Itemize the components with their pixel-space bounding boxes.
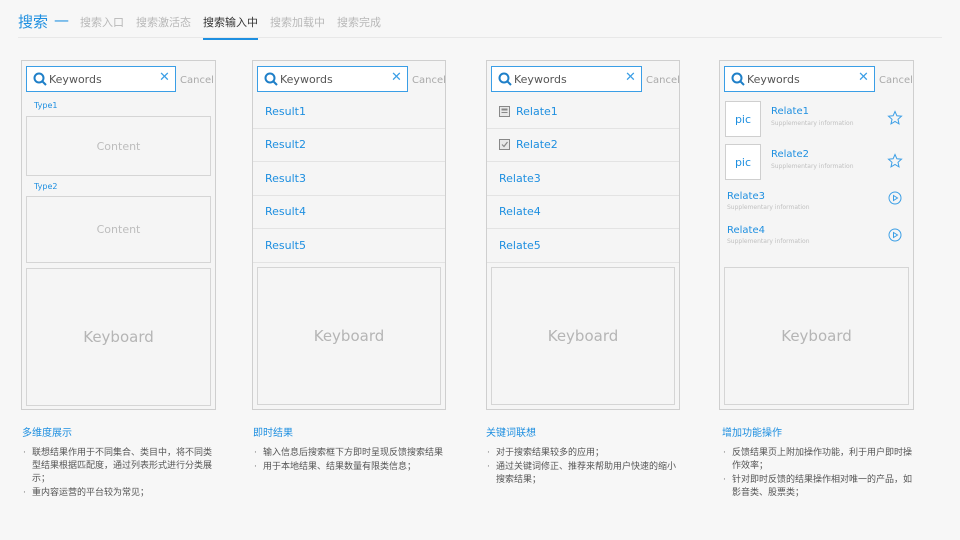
description-multidimensional: 多维度展示 联想结果作用于不同集合、类目中，将不同类型结果根据匹配度，通过列表形… xyxy=(22,424,217,501)
search-bar: Keywords ✕ Cancel xyxy=(724,66,913,92)
close-icon[interactable]: ✕ xyxy=(159,70,170,85)
header: 搜索 — 搜索入口 搜索激活态 搜索输入中 搜索加载中 搜索完成 xyxy=(0,0,960,40)
close-icon[interactable]: ✕ xyxy=(858,70,869,85)
cancel-button[interactable]: Cancel xyxy=(180,75,214,86)
star-icon[interactable] xyxy=(887,153,903,169)
history-icon xyxy=(499,105,510,117)
search-icon xyxy=(498,72,512,86)
history-icon xyxy=(499,139,510,151)
list-item[interactable]: Result2 xyxy=(253,129,445,162)
cancel-button[interactable]: Cancel xyxy=(879,75,913,86)
close-icon[interactable]: ✕ xyxy=(391,70,402,85)
play-icon[interactable] xyxy=(888,228,902,242)
phone-panel-multidimensional: Keywords ✕ Cancel Type1 Content Type2 Co… xyxy=(21,60,216,410)
keyboard[interactable]: Keyboard xyxy=(257,267,441,405)
result-list: Result1 Result2 Result3 Result4 Result5 xyxy=(253,95,445,263)
item-subtitle: Supplementary information xyxy=(727,204,810,211)
thumbnail: pic xyxy=(725,144,761,180)
star-icon[interactable] xyxy=(887,110,903,126)
content-block[interactable]: Content xyxy=(26,196,211,263)
list-item[interactable]: Relate2 xyxy=(487,129,679,162)
search-bar: Keywords ✕ Cancel xyxy=(26,66,214,92)
description-title: 即时结果 xyxy=(253,428,293,439)
list-item[interactable]: Result3 xyxy=(253,162,445,196)
description-item: 对于搜索结果较多的应用； xyxy=(486,447,681,460)
item-subtitle: Supplementary information xyxy=(771,163,854,170)
search-bar: Keywords ✕ Cancel xyxy=(257,66,446,92)
search-input[interactable]: Keywords ✕ xyxy=(257,66,408,92)
content-block[interactable]: Content xyxy=(26,116,211,176)
phone-panel-keyword-suggest: Keywords ✕ Cancel Relate1 Relate2 Relate… xyxy=(486,60,680,410)
keyboard[interactable]: Keyboard xyxy=(724,267,909,405)
description-title: 增加功能操作 xyxy=(722,428,782,439)
type-label: Type2 xyxy=(34,182,58,191)
description-item: 针对即时反馈的结果操作相对唯一的产品，如影音类、股票类； xyxy=(722,474,918,500)
description-item: 输入信息后搜索框下方即时呈现反馈搜索结果 xyxy=(253,447,448,460)
search-icon xyxy=(731,72,745,86)
cancel-button[interactable]: Cancel xyxy=(646,75,680,86)
description-item: 用于本地结果、结果数量有限类信息； xyxy=(253,461,448,474)
title-dash: — xyxy=(54,11,69,29)
list-item[interactable]: Relate3 Supplementary information xyxy=(720,187,913,219)
list-item[interactable]: Result4 xyxy=(253,196,445,229)
play-icon[interactable] xyxy=(888,191,902,205)
item-title: Relate3 xyxy=(727,191,765,202)
list-item[interactable]: Result5 xyxy=(253,229,445,263)
description-keyword-suggest: 关键词联想 对于搜索结果较多的应用； 通过关键词修正、推荐来帮助用户快速的缩小搜… xyxy=(486,424,681,488)
keyboard[interactable]: Keyboard xyxy=(26,268,211,406)
item-title: Relate1 xyxy=(771,106,809,117)
description-item: 重内容运营的平台较为常见； xyxy=(22,487,217,500)
description-instant-results: 即时结果 输入信息后搜索框下方即时呈现反馈搜索结果 用于本地结果、结果数量有限类… xyxy=(253,424,448,475)
item-subtitle: Supplementary information xyxy=(727,238,810,245)
item-title: Relate4 xyxy=(727,225,765,236)
header-divider xyxy=(18,37,942,38)
type-label: Type1 xyxy=(34,101,58,110)
list-item[interactable]: Relate1 xyxy=(487,95,679,129)
close-icon[interactable]: ✕ xyxy=(625,70,636,85)
list-item[interactable]: Relate4 Supplementary information xyxy=(720,221,913,253)
keyboard[interactable]: Keyboard xyxy=(491,267,675,405)
page-title: 搜索 xyxy=(18,13,49,31)
list-item[interactable]: Relate5 xyxy=(487,229,679,263)
search-input[interactable]: Keywords ✕ xyxy=(724,66,875,92)
search-placeholder: Keywords xyxy=(747,73,800,86)
suggestion-list: Relate1 Relate2 Relate3 Relate4 Relate5 xyxy=(487,95,679,263)
description-item: 通过关键词修正、推荐来帮助用户快速的缩小搜索结果； xyxy=(486,461,681,487)
list-item[interactable]: Relate3 xyxy=(487,162,679,196)
search-input[interactable]: Keywords ✕ xyxy=(491,66,642,92)
search-placeholder: Keywords xyxy=(49,73,102,86)
thumbnail: pic xyxy=(725,101,761,137)
description-function-actions: 增加功能操作 反馈结果页上附加操作功能，利于用户即时操作效率； 针对即时反馈的结… xyxy=(722,424,918,501)
search-placeholder: Keywords xyxy=(280,73,333,86)
description-title: 多维度展示 xyxy=(22,428,72,439)
description-item: 联想结果作用于不同集合、类目中，将不同类型结果根据匹配度，通过列表形式进行分类展… xyxy=(22,447,217,486)
search-input[interactable]: Keywords ✕ xyxy=(26,66,176,92)
description-title: 关键词联想 xyxy=(486,428,536,439)
search-icon xyxy=(264,72,278,86)
list-item[interactable]: Result1 xyxy=(253,95,445,129)
search-placeholder: Keywords xyxy=(514,73,567,86)
description-item: 反馈结果页上附加操作功能，利于用户即时操作效率； xyxy=(722,447,918,473)
phone-panel-instant-results: Keywords ✕ Cancel Result1 Result2 Result… xyxy=(252,60,446,410)
phone-panel-function-actions: Keywords ✕ Cancel pic Relate1 Supplement… xyxy=(719,60,914,410)
item-subtitle: Supplementary information xyxy=(771,120,854,127)
list-item-label: Relate2 xyxy=(516,138,558,152)
search-bar: Keywords ✕ Cancel xyxy=(491,66,680,92)
cancel-button[interactable]: Cancel xyxy=(412,75,446,86)
item-title: Relate2 xyxy=(771,149,809,160)
list-item[interactable]: Relate4 xyxy=(487,196,679,229)
list-item[interactable]: pic Relate2 Supplementary information xyxy=(720,142,913,182)
list-item[interactable]: pic Relate1 Supplementary information xyxy=(720,99,913,139)
search-icon xyxy=(33,72,47,86)
list-item-label: Relate1 xyxy=(516,104,558,118)
